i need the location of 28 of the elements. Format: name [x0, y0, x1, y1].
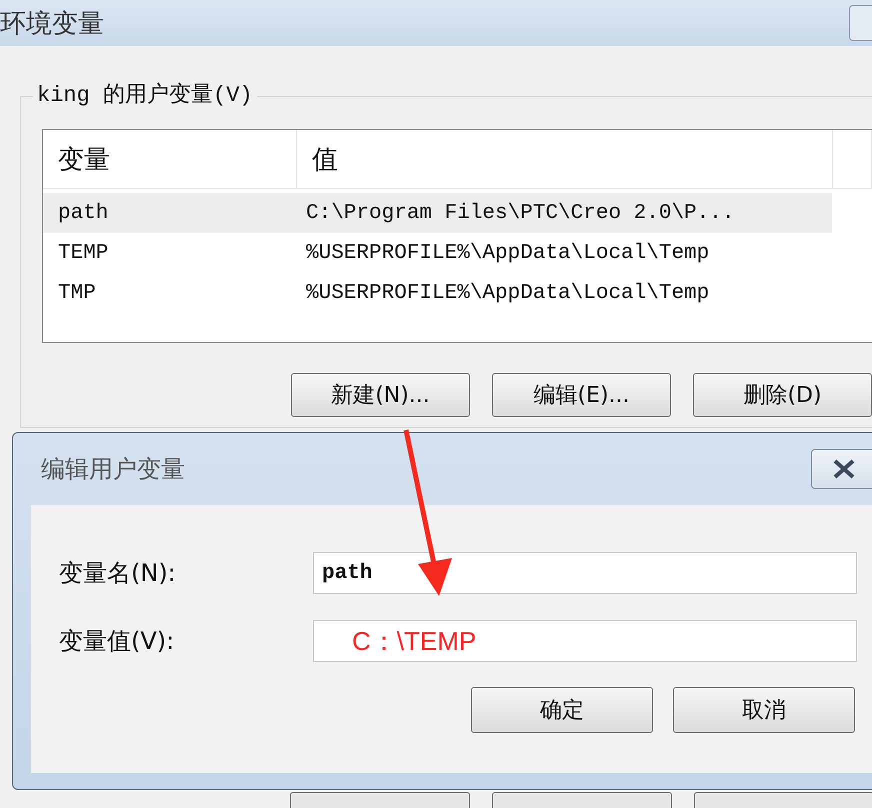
dialog-button[interactable]: 确定 [471, 687, 653, 733]
close-button[interactable] [811, 449, 872, 489]
table-row[interactable]: path C:\Program Files\PTC\Creo 2.0\P... [43, 193, 832, 233]
table-row[interactable]: TMP %USERPROFILE%\AppData\Local\Temp [43, 273, 832, 313]
action-button[interactable]: 新建(N)... [291, 373, 470, 417]
window-title: 环境变量 [0, 8, 104, 40]
table-cell-text: path [57, 202, 110, 224]
group-label: king 的用户变量(V) [33, 79, 257, 109]
action-button[interactable]: 编辑(E)... [492, 373, 671, 417]
table-cell: %USERPROFILE%\AppData\Local\Temp [306, 242, 710, 264]
system-button[interactable] [694, 792, 872, 808]
table-cell-text: TMP [57, 282, 97, 304]
dialog-title: 编辑用户变量 [41, 454, 185, 485]
system-button[interactable] [290, 792, 470, 808]
system-button[interactable] [492, 792, 672, 808]
input-field[interactable]: path [313, 552, 857, 594]
column-header[interactable]: 变量 [43, 130, 297, 188]
table-cell-text: TEMP [57, 242, 110, 264]
action-button[interactable]: 删除(D) [693, 373, 872, 417]
dialog-button[interactable]: 取消 [673, 687, 855, 733]
table-cell: %USERPROFILE%\AppData\Local\Temp [306, 282, 710, 304]
table-cell: C:\Program Files\PTC\Creo 2.0\P... [306, 202, 734, 224]
input-field[interactable] [313, 620, 857, 662]
field-label: 变量值(V): [58, 626, 176, 657]
column-header[interactable]: 值 [296, 130, 833, 188]
annotation-text: C：\TEMP [352, 625, 476, 658]
field-label: 变量名(N): [58, 558, 177, 589]
table-row[interactable]: TEMP %USERPROFILE%\AppData\Local\Temp [43, 233, 832, 273]
